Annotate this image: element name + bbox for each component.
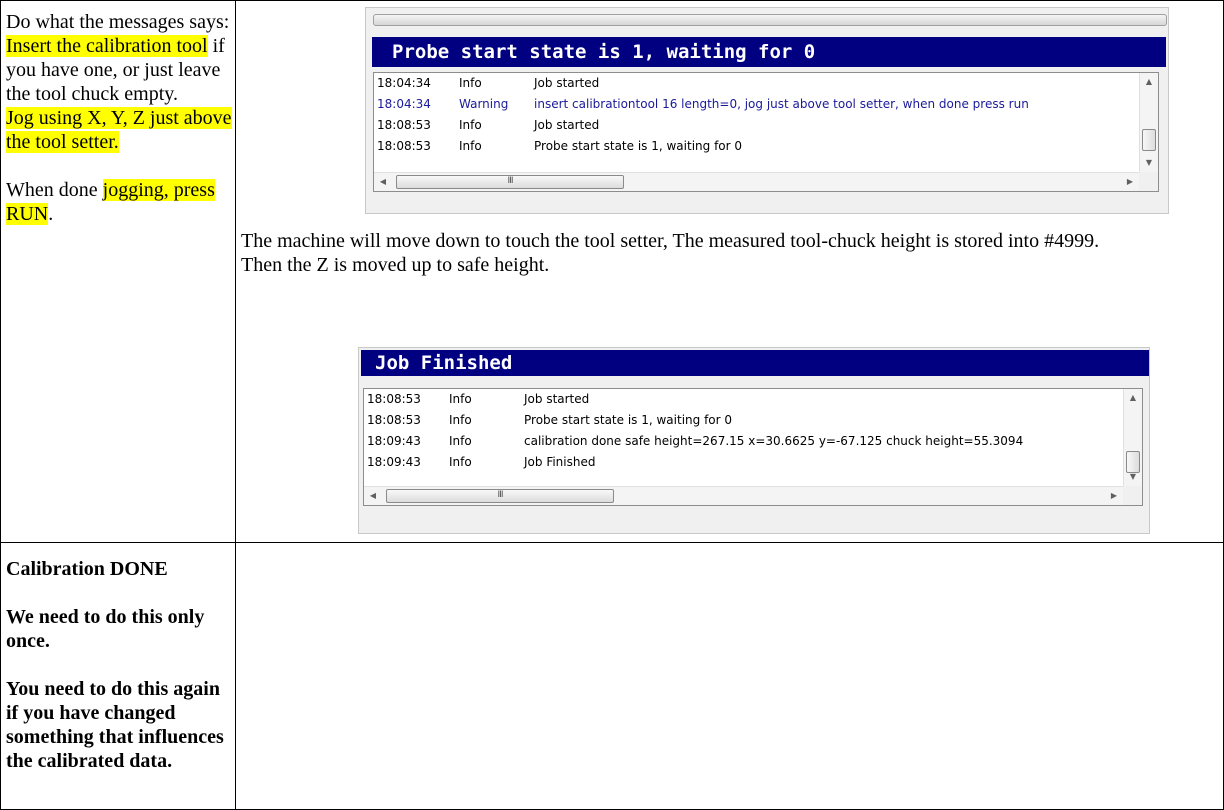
progress-bar (373, 14, 1167, 26)
scroll-right-icon[interactable]: ▶ (1121, 173, 1139, 191)
calibration-done-title: Calibration DONE (6, 558, 168, 580)
log-time: 18:09:43 (367, 455, 421, 469)
calibration-again-note: You need to do this again if you have ch… (6, 678, 224, 772)
instructions-cell: Do what the messages says: Insert the ca… (6, 10, 232, 226)
log-message: Job Finished (524, 455, 596, 469)
table-row-divider (0, 542, 1224, 543)
log-time: 18:08:53 (377, 118, 431, 132)
log-row[interactable]: 18:08:53 Info Probe start state is 1, wait… (374, 136, 1139, 157)
scroll-up-icon[interactable]: ▲ (1124, 389, 1142, 407)
log-message: Job started (534, 76, 600, 90)
description-line-1: The machine will move down to touch the … (241, 230, 1100, 252)
scroll-left-icon[interactable]: ◀ (374, 173, 392, 191)
log-level: Warning (459, 97, 509, 111)
instruction-text: . (48, 203, 54, 225)
calibration-done-cell: Calibration DONE We need to do this only… (6, 557, 232, 773)
log-time: 18:08:53 (367, 392, 421, 406)
status-banner-finished: Job Finished (361, 350, 1149, 376)
bottom-app-panel: Job Finished 18:08:53 Info Job started 18:… (358, 347, 1150, 534)
scroll-up-icon[interactable]: ▲ (1140, 73, 1158, 91)
vertical-scrollbar[interactable]: ▲ ▼ (1123, 389, 1142, 486)
log-level: Info (459, 139, 482, 153)
log-time: 18:08:53 (377, 139, 431, 153)
log-level: Info (449, 434, 472, 448)
log-message: Probe start state is 1, waiting for 0 (534, 139, 743, 153)
log-row[interactable]: 18:08:53 Info Job started (364, 389, 1123, 410)
log-rows: 18:08:53 Info Job started 18:08:53 Info Prob… (364, 389, 1123, 473)
log-level: Info (449, 455, 472, 469)
table-column-divider (235, 0, 236, 810)
log-level: Info (459, 118, 482, 132)
log-row-warning[interactable]: 18:04:34 Warning insert calibrationtool 16… (374, 94, 1139, 115)
log-row[interactable]: 18:08:53 Info Probe start state is 1, wait… (364, 410, 1123, 431)
vertical-scroll-thumb[interactable] (1142, 129, 1156, 151)
log-row[interactable]: 18:09:43 Info Job Finished (364, 452, 1123, 473)
scroll-corner (1123, 486, 1142, 505)
description-line-2: Then the Z is moved up to safe height. (241, 254, 550, 276)
calibration-once-note: We need to do this only once. (6, 606, 205, 652)
horizontal-scrollbar[interactable]: ◀ III ▶ (364, 486, 1123, 505)
top-app-panel: Probe start state is 1, waiting for 0 18… (365, 7, 1169, 214)
highlight-insert-tool: Insert the calibration tool (6, 35, 208, 57)
instruction-paragraph-1: Do what the messages says: Insert the ca… (6, 10, 232, 154)
vertical-scrollbar[interactable]: ▲ ▼ (1139, 73, 1158, 172)
instruction-paragraph-2: When done jogging, press RUN. (6, 178, 232, 226)
log-level: Info (449, 392, 472, 406)
instruction-text: When done (6, 179, 103, 201)
log-message: Probe start state is 1, waiting for 0 (524, 413, 733, 427)
scroll-down-icon[interactable]: ▼ (1140, 154, 1158, 172)
horizontal-scroll-thumb[interactable]: III (386, 489, 614, 503)
log-message: Job started (534, 118, 600, 132)
log-row[interactable]: 18:04:34 Info Job started (374, 73, 1139, 94)
log-rows: 18:04:34 Info Job started 18:04:34 Warning i… (374, 73, 1139, 157)
highlight-jog-instruction: Jog using X, Y, Z just above the tool se… (6, 107, 232, 153)
log-message: calibration done safe height=267.15 x=30… (524, 434, 1024, 448)
log-list[interactable]: 18:04:34 Info Job started 18:04:34 Warning i… (373, 72, 1159, 192)
log-time: 18:09:43 (367, 434, 421, 448)
horizontal-scrollbar[interactable]: ◀ III ▶ (374, 172, 1139, 191)
description-text: The machine will move down to touch the … (241, 229, 1221, 277)
log-message: Job started (524, 392, 590, 406)
scroll-corner (1139, 172, 1158, 191)
instruction-text: Do what the messages says: (6, 11, 230, 33)
log-time: 18:04:34 (377, 97, 431, 111)
log-row[interactable]: 18:09:43 Info calibration done safe height… (364, 431, 1123, 452)
horizontal-scroll-thumb[interactable]: III (396, 175, 624, 189)
scroll-right-icon[interactable]: ▶ (1105, 487, 1123, 505)
log-time: 18:08:53 (367, 413, 421, 427)
log-list[interactable]: 18:08:53 Info Job started 18:08:53 Info Prob… (363, 388, 1143, 506)
scroll-left-icon[interactable]: ◀ (364, 487, 382, 505)
log-time: 18:04:34 (377, 76, 431, 90)
log-level: Info (449, 413, 472, 427)
log-row[interactable]: 18:08:53 Info Job started (374, 115, 1139, 136)
scroll-down-icon[interactable]: ▼ (1124, 468, 1142, 486)
log-level: Info (459, 76, 482, 90)
status-banner: Probe start state is 1, waiting for 0 (372, 37, 1166, 67)
log-message: insert calibrationtool 16 length=0, jog … (534, 97, 1029, 111)
